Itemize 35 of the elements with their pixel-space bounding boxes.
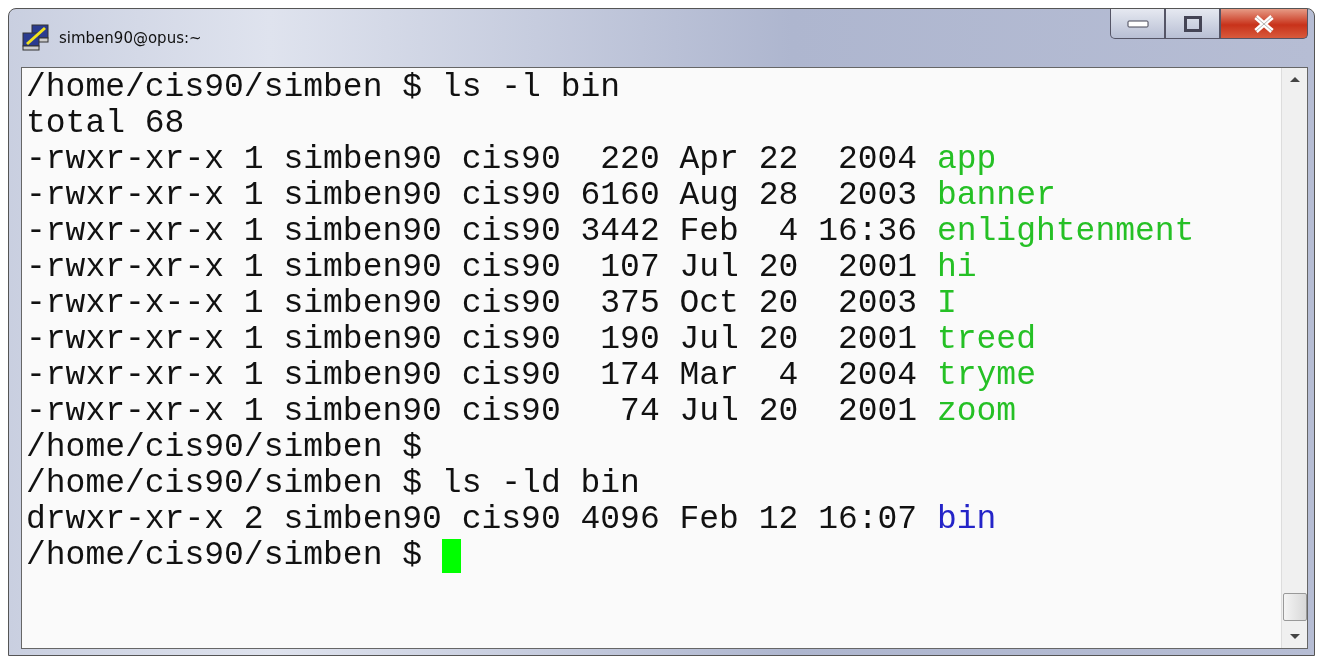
terminal-text: /home/cis90/simben $ (26, 538, 424, 574)
terminal-text: -rwxr-xr-x 1 simben90 cis90 220 Apr 22 2004 (26, 142, 919, 178)
terminal-text: -rwxr-xr-x 1 simben90 cis90 174 Mar 4 2004 (26, 358, 919, 394)
computers-icon (21, 24, 51, 52)
terminal-text: -rwxr-xr-x 1 simben90 cis90 6160 Aug 28 2003 (26, 178, 919, 214)
maximize-button[interactable] (1165, 9, 1220, 39)
scroll-down-icon[interactable] (1288, 633, 1301, 640)
scroll-thumb[interactable] (1282, 593, 1307, 621)
window-title: simben90@opus:~ (59, 27, 202, 49)
maximize-icon (1183, 15, 1202, 32)
directory-name: bin (936, 502, 997, 538)
file-name: banner (936, 178, 1056, 214)
file-name: app (936, 142, 997, 178)
close-button[interactable] (1220, 9, 1308, 39)
terminal-text: /home/cis90/simben $ (26, 430, 423, 466)
terminal-text: -rwxr-xr-x 1 simben90 cis90 3442 Feb 4 16:36 (26, 214, 919, 250)
minimize-button[interactable] (1110, 9, 1165, 39)
terminal-text: total 68 (26, 106, 185, 142)
file-name: hi (936, 250, 977, 286)
terminal-text: /home/cis90/simben $ ls -ld bin (26, 466, 640, 502)
terminal-text: drwxr-xr-x 2 simben90 cis90 4096 Feb 12 16:07 (26, 502, 919, 538)
terminal-text: /home/cis90/simben $ ls -l bin (26, 70, 621, 106)
file-name: tryme (936, 358, 1036, 394)
close-icon (1253, 14, 1275, 33)
terminal-text: -rwxr-xr-x 1 simben90 cis90 74 Jul 20 2001 (26, 394, 919, 430)
terminal-text: -rwxr-x--x 1 simben90 cis90 375 Oct 20 2003 (26, 286, 919, 322)
terminal-text: -rwxr-xr-x 1 simben90 cis90 190 Jul 20 2001 (26, 322, 919, 358)
scrollbar[interactable] (1281, 68, 1307, 648)
file-name: I (936, 286, 957, 322)
file-name: zoom (936, 394, 1017, 430)
terminal-text: -rwxr-xr-x 1 simben90 cis90 107 Jul 20 2001 (26, 250, 919, 286)
file-name: treed (936, 322, 1036, 358)
scroll-up-icon[interactable] (1288, 76, 1301, 83)
file-name: enlightenment (936, 214, 1195, 250)
minimize-icon (1126, 19, 1149, 28)
